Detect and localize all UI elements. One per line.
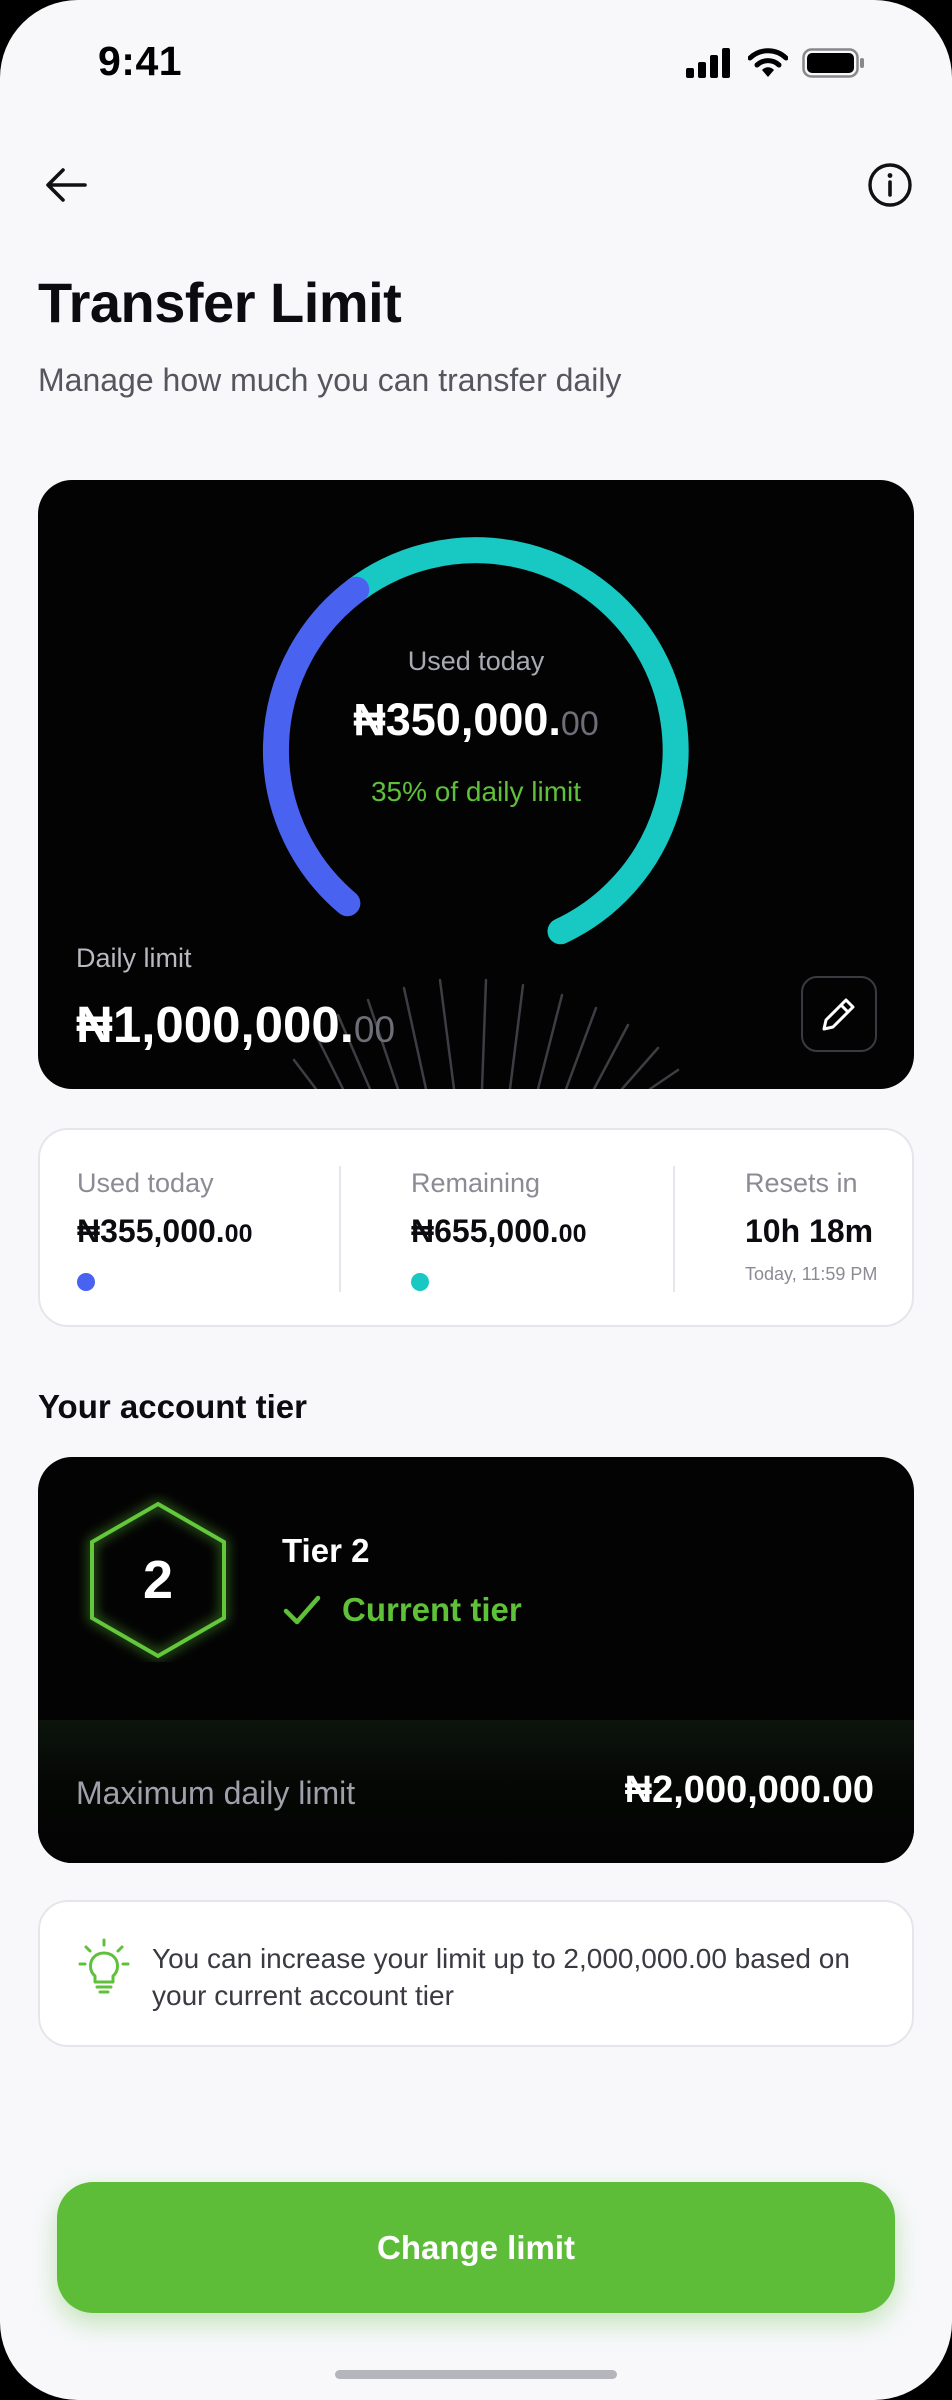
stat-remaining-decimal: 00 (558, 1220, 587, 1248)
remaining-dot (411, 1273, 429, 1291)
tier-card: 2 Tier 2 Current tier Maximum daily limi… (38, 1457, 914, 1863)
page-subtitle: Manage how much you can transfer daily (38, 362, 622, 398)
lightbulb-icon (78, 1938, 130, 1994)
status-icons (686, 48, 866, 78)
cellular-signal-icon (686, 48, 730, 78)
home-indicator (335, 2370, 617, 2379)
gauge-progress-blue (262, 576, 370, 917)
status-time: 9:41 (98, 38, 183, 84)
stat-remaining-label: Remaining (411, 1168, 541, 1198)
tier-status: Current tier (282, 1591, 522, 1629)
stat-used-value: ₦355,000.00 (77, 1213, 252, 1250)
used-dot (77, 1273, 95, 1291)
stat-used-today: Used today ₦355,000.00 (77, 1168, 252, 1250)
info-button[interactable] (858, 153, 922, 217)
info-note: You can increase your limit up to 2,000,… (38, 1900, 914, 2047)
stat-used-decimal: 00 (224, 1220, 253, 1248)
daily-limit-decimal: 00 (353, 1009, 396, 1050)
max-daily-limit-label: Maximum daily limit (76, 1775, 356, 1811)
stat-used-label: Used today (77, 1168, 214, 1198)
gauge-used-label: Used today (407, 646, 545, 676)
change-limit-button[interactable]: Change limit (57, 2182, 895, 2313)
daily-limit-main: ₦1,000,000. (76, 996, 354, 1053)
stat-resets: Resets in 10h 18m Today, 11:59 PM (745, 1168, 877, 1285)
daily-limit-amount: ₦1,000,000.00 (76, 995, 395, 1054)
info-note-text: You can increase your limit up to 2,000,… (152, 1943, 850, 2011)
gauge-used-amount-main: ₦350,000. (353, 694, 561, 745)
stat-resets-sub: Today, 11:59 PM (745, 1264, 878, 1284)
page-title: Transfer Limit (38, 271, 402, 334)
status-bar: 9:41 (0, 0, 952, 130)
phone-screen: 9:41 Transfer Limit Manage how much you … (0, 0, 952, 2400)
gauge-used-amount: ₦350,000.00 (38, 694, 914, 746)
usage-card: Used today ₦350,000.00 35% of daily limi… (38, 480, 914, 1089)
stat-resets-value: 10h 18m (745, 1213, 874, 1249)
back-button[interactable] (34, 153, 98, 217)
pencil-icon (822, 998, 855, 1031)
stat-remaining: Remaining ₦655,000.00 (411, 1168, 586, 1250)
wifi-icon (748, 48, 788, 77)
tier-name: Tier 2 (282, 1532, 370, 1569)
tier-number: 2 (142, 1550, 174, 1610)
tier-section-title: Your account tier (38, 1388, 307, 1425)
tier-status-label: Current tier (342, 1591, 522, 1628)
stat-remaining-main: ₦655,000. (411, 1213, 559, 1249)
max-daily-limit-value: ₦2,000,000.00 (624, 1769, 874, 1811)
battery-icon (802, 48, 864, 78)
info-circle-icon (868, 163, 912, 207)
arrow-left-icon (46, 168, 87, 202)
stat-used-main: ₦355,000. (77, 1213, 225, 1249)
checkmark-icon (283, 1595, 321, 1625)
stat-divider (339, 1166, 341, 1292)
limit-stats-card: Used today ₦355,000.00 Remaining ₦655,00… (38, 1128, 914, 1327)
gauge-percent-text: 35% of daily limit (370, 776, 582, 807)
stat-resets-label: Resets in (745, 1168, 858, 1198)
stat-remaining-value: ₦655,000.00 (411, 1213, 586, 1250)
change-limit-label: Change limit (376, 2228, 576, 2266)
edit-limit-button[interactable] (801, 976, 877, 1052)
stat-divider (673, 1166, 675, 1292)
gauge-used-amount-decimal: 00 (560, 705, 599, 743)
daily-limit-label: Daily limit (76, 943, 192, 973)
